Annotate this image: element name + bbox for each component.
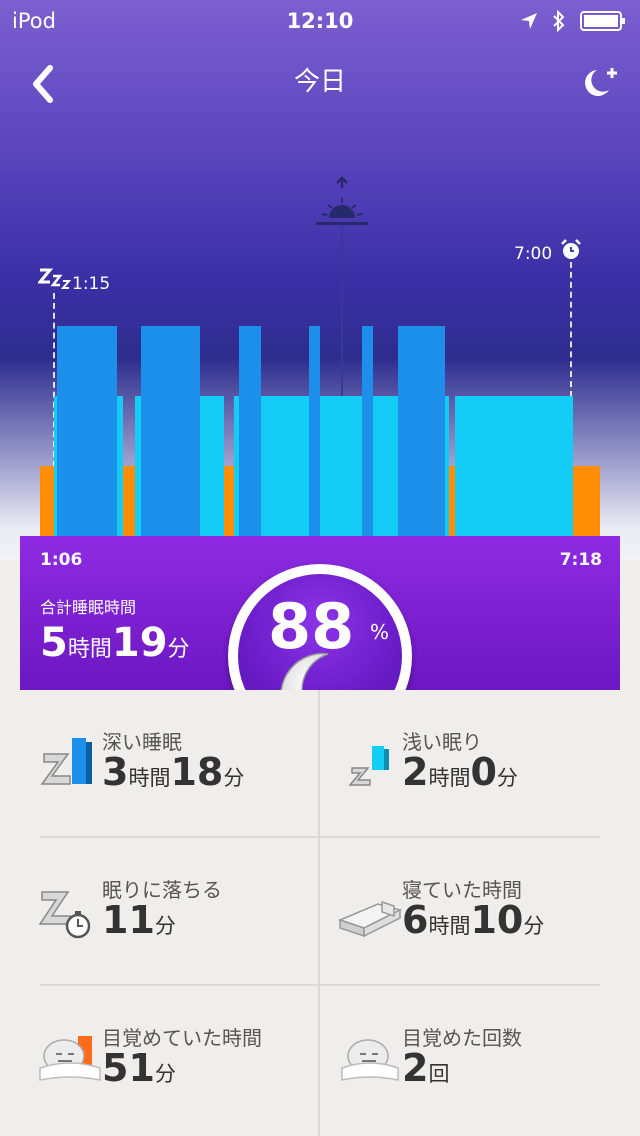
stat-unit: 時間 [428, 766, 471, 790]
stat-unit: 分 [154, 914, 176, 938]
stat-unit: 分 [523, 914, 545, 938]
asleep-zzz-icon [38, 268, 72, 289]
light-sleep-icon [348, 746, 389, 786]
total-sleep-value: 5時間19分 [40, 620, 190, 666]
stat-number: 6 [402, 898, 429, 942]
stat-unit: 時間 [428, 914, 471, 938]
stat-value: 2回 [402, 1046, 449, 1090]
minutes-unit: 分 [167, 637, 190, 662]
stat-cell-fall-asleep[interactable]: 眠りに落ちる 11分 [20, 838, 318, 984]
stat-number: 51 [102, 1046, 155, 1090]
chart-bar-light [455, 396, 564, 536]
nav-bar: 今日 [0, 52, 640, 112]
stat-number: 11 [102, 898, 155, 942]
times-woken-icon [341, 1039, 399, 1081]
chart-bar-light [372, 396, 399, 536]
total-minutes: 19 [111, 620, 168, 666]
status-bar: iPod 12:10 [0, 0, 640, 40]
start-time: 1:06 [40, 550, 83, 570]
deep-sleep-icon [40, 738, 92, 785]
stat-cell-deep-sleep[interactable]: 深い睡眠 3時間18分 [20, 690, 318, 836]
stat-cell-light-sleep[interactable]: 浅い眠り 2時間0分 [320, 690, 618, 836]
chart-bar-deep [362, 326, 373, 536]
stat-value: 2時間0分 [402, 750, 518, 794]
chart-bar-awake [40, 466, 54, 536]
alarm-clock-icon [561, 239, 581, 259]
fall-asleep-icon [38, 891, 91, 939]
stat-cell-bed[interactable]: 寝ていた時間 6時間10分 [320, 838, 618, 984]
chart-bar-awake [122, 466, 135, 536]
chart-bar-light [563, 396, 573, 536]
battery-icon [580, 11, 625, 31]
alarm-time-label: 7:00 [514, 244, 553, 264]
hours-unit: 時間 [67, 637, 112, 662]
stat-number: 2 [402, 750, 429, 794]
location-icon [521, 13, 537, 29]
chart-bar-light [199, 396, 224, 536]
stat-number: 0 [470, 750, 497, 794]
chart-bar-deep [140, 326, 200, 536]
chart-bar-deep [238, 326, 262, 536]
chart-bar-awake [572, 466, 600, 536]
bluetooth-icon [553, 10, 565, 32]
stat-number: 2 [402, 1046, 429, 1090]
sleep-stats-grid: 深い睡眠 3時間18分 浅い眠り 2時間0分 眠りに落ちる 11分 寝ていた時間 6時間10分… [20, 690, 620, 1136]
stat-value: 6時間10分 [402, 898, 544, 942]
sunrise-icon [316, 176, 368, 225]
stat-cell-awake-time[interactable]: 目覚めていた時間 51分 [20, 986, 318, 1132]
stat-unit: 時間 [128, 766, 171, 790]
stat-number: 3 [102, 750, 129, 794]
stat-number: 18 [170, 750, 224, 794]
awake-time-icon [39, 1036, 101, 1081]
stat-unit: 回 [428, 1062, 450, 1086]
total-hours: 5 [40, 620, 68, 666]
chart-bar-awake [223, 466, 235, 536]
chart-bar-light [320, 396, 363, 536]
stat-unit: 分 [154, 1062, 176, 1086]
stat-unit: 分 [223, 766, 245, 790]
stat-number: 10 [470, 898, 524, 942]
stat-unit: 分 [496, 766, 518, 790]
asleep-time-label: 1:15 [72, 274, 111, 294]
stat-cell-times-woken[interactable]: 目覚めた回数 2回 [320, 986, 618, 1132]
chart-bar-deep [309, 326, 320, 536]
stat-value: 3時間18分 [102, 750, 244, 794]
bed-icon [338, 900, 402, 938]
add-sleep-moon-icon[interactable] [578, 66, 618, 100]
end-time: 7:18 [559, 550, 602, 570]
chart-bar-deep [56, 326, 117, 536]
sunrise-line [341, 226, 343, 398]
sleep-score-unit: % [370, 620, 390, 644]
chart-bar-deep [398, 326, 445, 536]
stat-value: 11分 [102, 898, 176, 942]
page-title: 今日 [293, 67, 346, 97]
total-sleep-label: 合計睡眠時間 [40, 598, 137, 617]
stat-value: 51分 [102, 1046, 176, 1090]
chart-bar-light [261, 396, 310, 536]
status-icons [520, 10, 626, 32]
